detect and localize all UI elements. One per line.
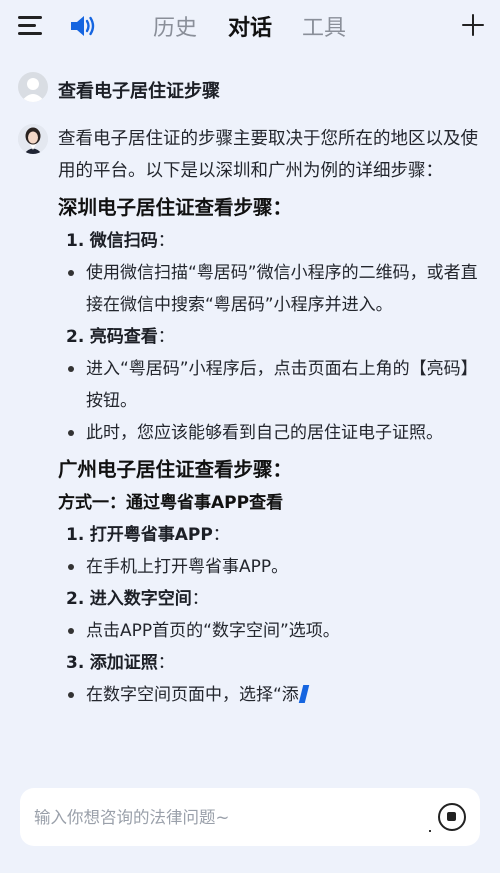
hamburger-menu-icon[interactable] bbox=[18, 13, 44, 39]
dot-mark bbox=[429, 830, 431, 832]
step-suffix: ： bbox=[157, 327, 175, 347]
tab-tools[interactable]: 工具 bbox=[302, 10, 346, 42]
step-heading: 2. 亮码查看： bbox=[58, 321, 486, 353]
plus-icon[interactable] bbox=[460, 12, 486, 38]
list-item: 此时，您应该能够看到自己的居住证电子证照。 bbox=[58, 417, 486, 449]
typing-cursor-icon bbox=[298, 685, 310, 703]
step-suffix: ： bbox=[157, 231, 175, 251]
step-suffix: ： bbox=[191, 589, 209, 609]
list-item: 点击APP首页的“数字空间”选项。 bbox=[58, 615, 486, 647]
step-title: 添加证照 bbox=[89, 653, 158, 673]
list-item: 使用微信扫描“粤居码”微信小程序的二维码，或者直接在微信中搜索“粤居码”小程序并… bbox=[58, 257, 486, 321]
section-heading-guangzhou: 广州电子居住证查看步骤： bbox=[58, 458, 293, 481]
step-number: 2. bbox=[66, 589, 85, 609]
user-avatar bbox=[18, 72, 48, 102]
chat-input-bar bbox=[20, 788, 480, 846]
tab-chat[interactable]: 对话 bbox=[228, 10, 272, 42]
assistant-answer: 查看电子居住证的步骤主要取决于您所在的地区以及使用的平台。以下是以深圳和广州为例… bbox=[58, 123, 486, 711]
step-number: 1. bbox=[66, 231, 85, 251]
method-heading: 方式一：通过粤省事APP查看 bbox=[58, 493, 284, 513]
speaker-icon[interactable] bbox=[68, 12, 98, 40]
answer-intro: 查看电子居住证的步骤主要取决于您所在的地区以及使用的平台。以下是以深圳和广州为例… bbox=[58, 129, 478, 181]
step-title: 亮码查看 bbox=[89, 327, 158, 347]
step-suffix: ： bbox=[212, 525, 230, 545]
step-heading: 2. 进入数字空间： bbox=[58, 583, 486, 615]
section-heading-shenzhen: 深圳电子居住证查看步骤： bbox=[58, 196, 293, 219]
list-item: 进入“粤居码”小程序后，点击页面右上角的【亮码】按钮。 bbox=[58, 353, 486, 417]
user-question: 查看电子居住证步骤 bbox=[58, 81, 220, 102]
step-suffix: ： bbox=[157, 653, 175, 673]
scroll-fade bbox=[0, 770, 500, 790]
top-bar: 历史 对话 工具 bbox=[0, 0, 500, 52]
step-number: 1. bbox=[66, 525, 85, 545]
streaming-text: 在数字空间页面中，选择“添 bbox=[86, 685, 299, 705]
question-input[interactable] bbox=[34, 804, 414, 830]
step-number: 3. bbox=[66, 653, 85, 673]
step-title: 打开粤省事APP bbox=[89, 525, 213, 545]
tab-history[interactable]: 历史 bbox=[153, 10, 197, 42]
step-title: 进入数字空间 bbox=[89, 589, 192, 609]
list-item: 在数字空间页面中，选择“添 bbox=[58, 679, 486, 711]
step-heading: 1. 微信扫码： bbox=[58, 225, 486, 257]
step-title: 微信扫码 bbox=[89, 231, 158, 251]
step-heading: 3. 添加证照： bbox=[58, 647, 486, 679]
stop-icon[interactable] bbox=[438, 803, 466, 831]
assistant-avatar bbox=[18, 124, 48, 154]
list-item: 在手机上打开粤省事APP。 bbox=[58, 551, 486, 583]
step-heading: 1. 打开粤省事APP： bbox=[58, 519, 486, 551]
user-message-row: 查看电子居住证步骤 bbox=[18, 72, 488, 104]
step-number: 2. bbox=[66, 327, 85, 347]
